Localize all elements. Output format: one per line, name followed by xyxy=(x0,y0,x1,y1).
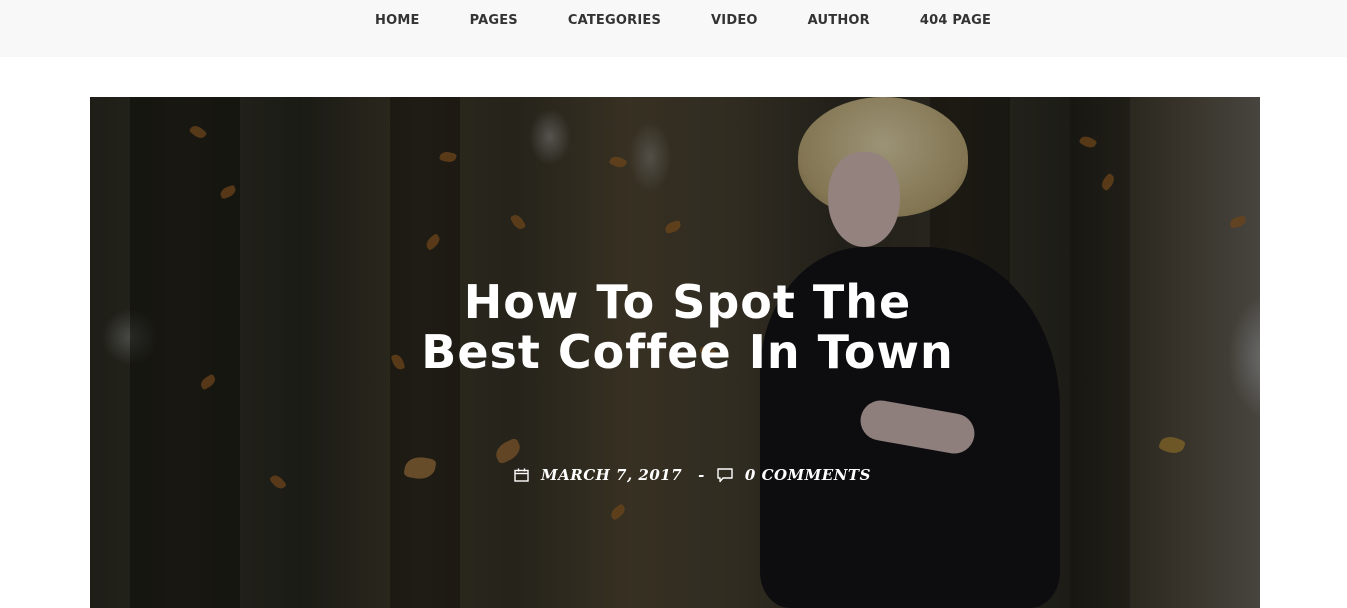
nav-item-video[interactable]: VIDEO xyxy=(711,12,758,30)
post-title-line-1[interactable]: How To Spot The xyxy=(90,277,1260,327)
nav-item-home[interactable]: HOME xyxy=(375,12,420,30)
main-navigation: HOME PAGES CATEGORIES VIDEO AUTHOR 404 P… xyxy=(0,0,1347,57)
post-title[interactable]: How To Spot The Best Coffee In Town xyxy=(90,277,1260,377)
post-date[interactable]: MARCH 7, 2017 xyxy=(541,466,682,484)
post-meta: MARCH 7, 2017 - 0 COMMENTS xyxy=(514,466,871,484)
nav-item-pages[interactable]: PAGES xyxy=(470,12,518,30)
meta-separator: - xyxy=(698,466,705,484)
nav-item-author[interactable]: AUTHOR xyxy=(808,12,870,30)
hero-featured-post[interactable]: How To Spot The Best Coffee In Town MARC… xyxy=(90,97,1260,608)
nav-item-404-page[interactable]: 404 PAGE xyxy=(920,12,991,30)
calendar-icon xyxy=(514,468,529,482)
post-title-line-2[interactable]: Best Coffee In Town xyxy=(90,327,1260,377)
post-comments-link[interactable]: 0 COMMENTS xyxy=(745,466,871,484)
nav-item-categories[interactable]: CATEGORIES xyxy=(568,12,661,30)
comment-bubble-icon xyxy=(717,467,733,483)
nav-menu: HOME PAGES CATEGORIES VIDEO AUTHOR 404 P… xyxy=(375,12,991,30)
